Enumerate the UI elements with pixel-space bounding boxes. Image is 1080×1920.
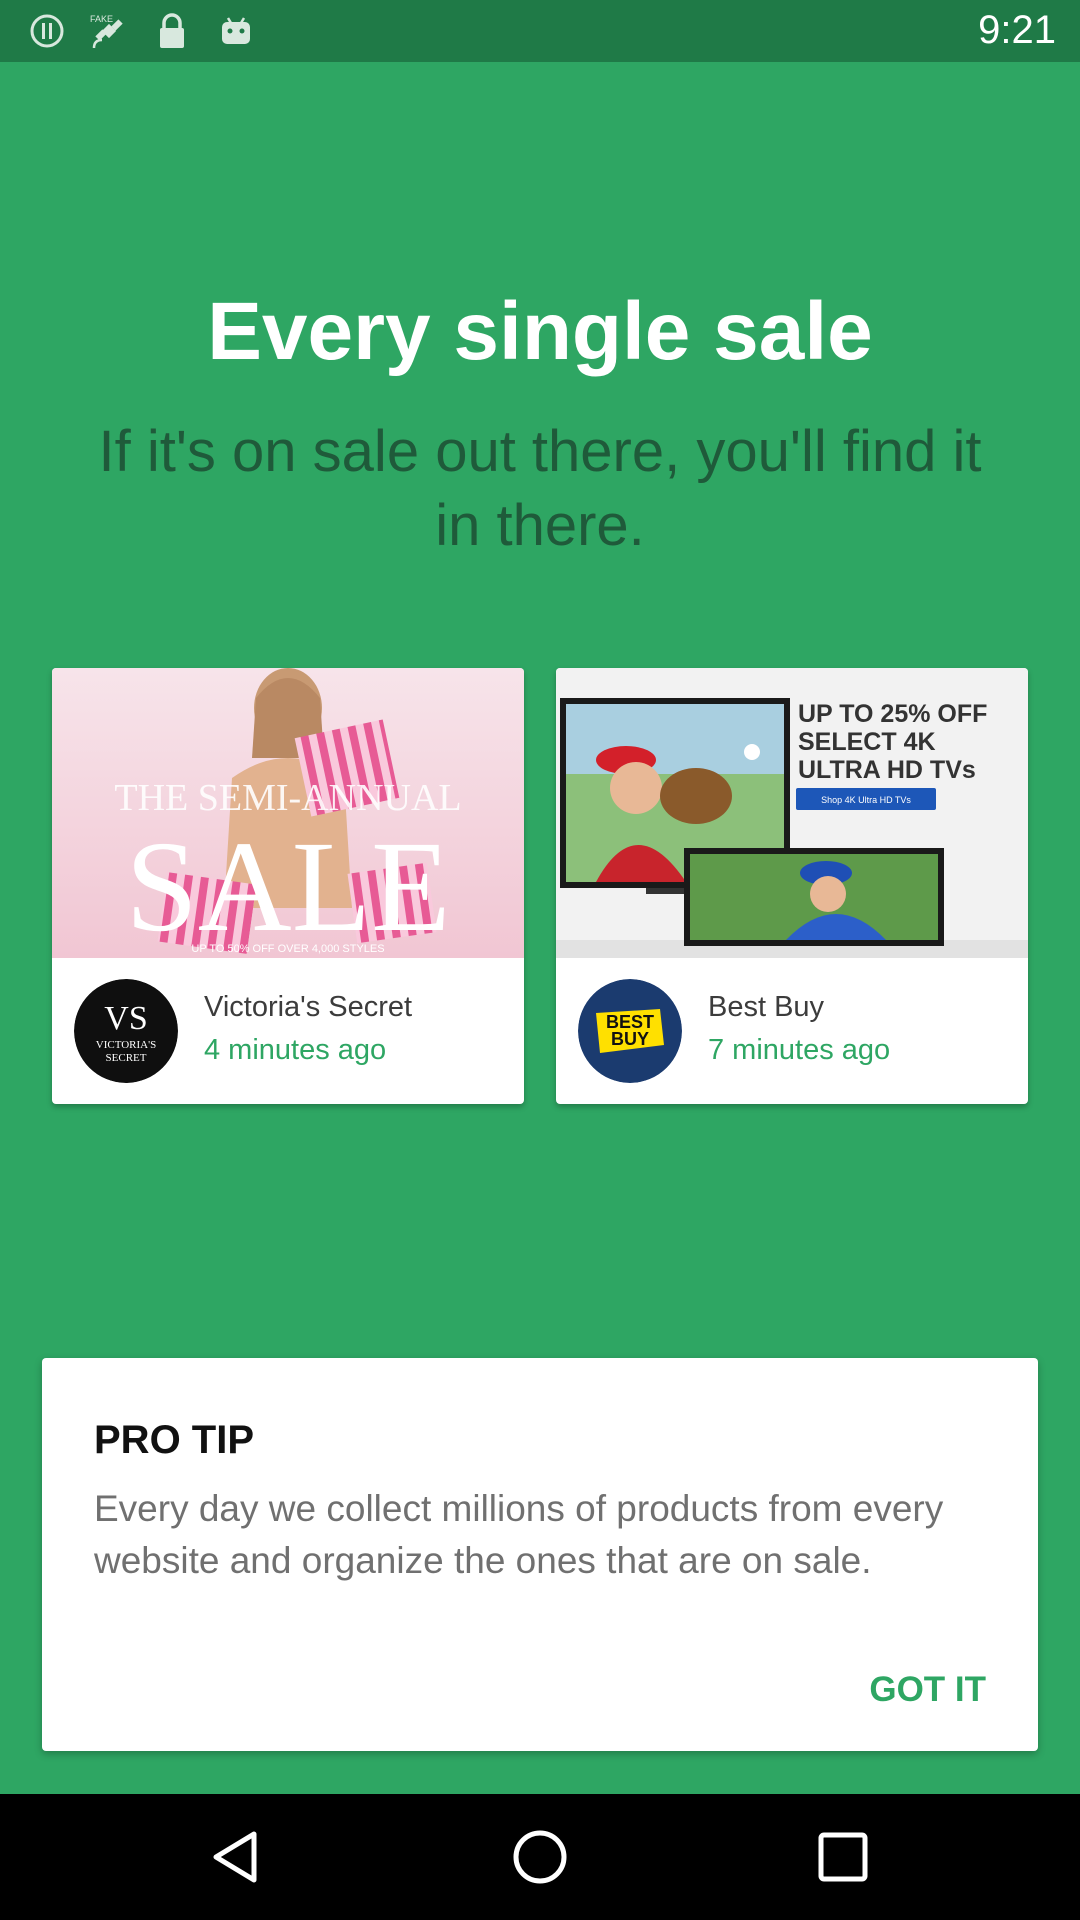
best-buy-tv-banner: UP TO 25% OFF SELECT 4K ULTRA HD TVs Sho…	[556, 668, 1028, 958]
store-name: Best Buy	[708, 991, 825, 1023]
sync-off-icon	[30, 14, 64, 48]
pro-tip-title: PRO TIP	[94, 1418, 255, 1462]
banner-sale-subtitle: THE SEMI-ANNUAL	[114, 777, 461, 819]
banner-sale-detail: UP TO 50% OFF OVER 4,000 STYLES	[191, 943, 384, 955]
deal-image: THE SEMI-ANNUAL SALE UP TO 50% OFF OVER …	[52, 668, 524, 958]
svg-text:VICTORIA'S: VICTORIA'S	[96, 1039, 156, 1051]
deal-image: UP TO 25% OFF SELECT 4K ULTRA HD TVs Sho…	[556, 668, 1028, 958]
pro-tip-card: PRO TIP Every day we collect millions of…	[42, 1358, 1038, 1751]
store-name: Victoria's Secret	[204, 991, 413, 1023]
lock-icon	[160, 13, 184, 48]
banner-headline-2: SELECT 4K	[798, 728, 936, 756]
deal-card-victorias-secret[interactable]: THE SEMI-ANNUAL SALE UP TO 50% OFF OVER …	[52, 668, 524, 1104]
onboarding-title: Every single sale	[207, 286, 873, 377]
home-icon[interactable]	[505, 1822, 575, 1892]
status-bar: FAKE 9:21	[0, 0, 1080, 62]
banner-headline-3: ULTRA HD TVs	[798, 756, 976, 784]
android-icon	[222, 17, 250, 44]
system-nav-bar	[0, 1794, 1080, 1920]
svg-text:BUY: BUY	[611, 1029, 649, 1049]
status-clock: 9:21	[978, 8, 1056, 52]
svg-text:SECRET: SECRET	[106, 1052, 147, 1064]
recents-icon[interactable]	[808, 1822, 878, 1892]
banner-headline-1: UP TO 25% OFF	[798, 700, 987, 728]
onboarding-subtitle: If it's on sale out there, you'll find i…	[98, 419, 982, 558]
deal-card-best-buy[interactable]: UP TO 25% OFF SELECT 4K ULTRA HD TVs Sho…	[556, 668, 1028, 1104]
back-icon[interactable]	[202, 1822, 272, 1892]
deal-timestamp: 4 minutes ago	[204, 1034, 387, 1066]
got-it-button[interactable]: GOT IT	[869, 1670, 986, 1710]
deal-timestamp: 7 minutes ago	[708, 1034, 891, 1066]
satellite-icon: FAKE	[90, 14, 123, 49]
victorias-secret-sale-banner: THE SEMI-ANNUAL SALE UP TO 50% OFF OVER …	[52, 668, 524, 958]
banner-shop-button: Shop 4K Ultra HD TVs	[821, 795, 911, 805]
pro-tip-body: Every day we collect millions of product…	[94, 1488, 944, 1581]
victorias-secret-logo: VS VICTORIA'S SECRET	[74, 979, 178, 1083]
banner-sale-word: SALE	[126, 815, 451, 958]
best-buy-logo: BEST BUY	[578, 979, 682, 1083]
svg-text:VS: VS	[104, 1000, 147, 1037]
svg-text:FAKE: FAKE	[90, 14, 113, 24]
